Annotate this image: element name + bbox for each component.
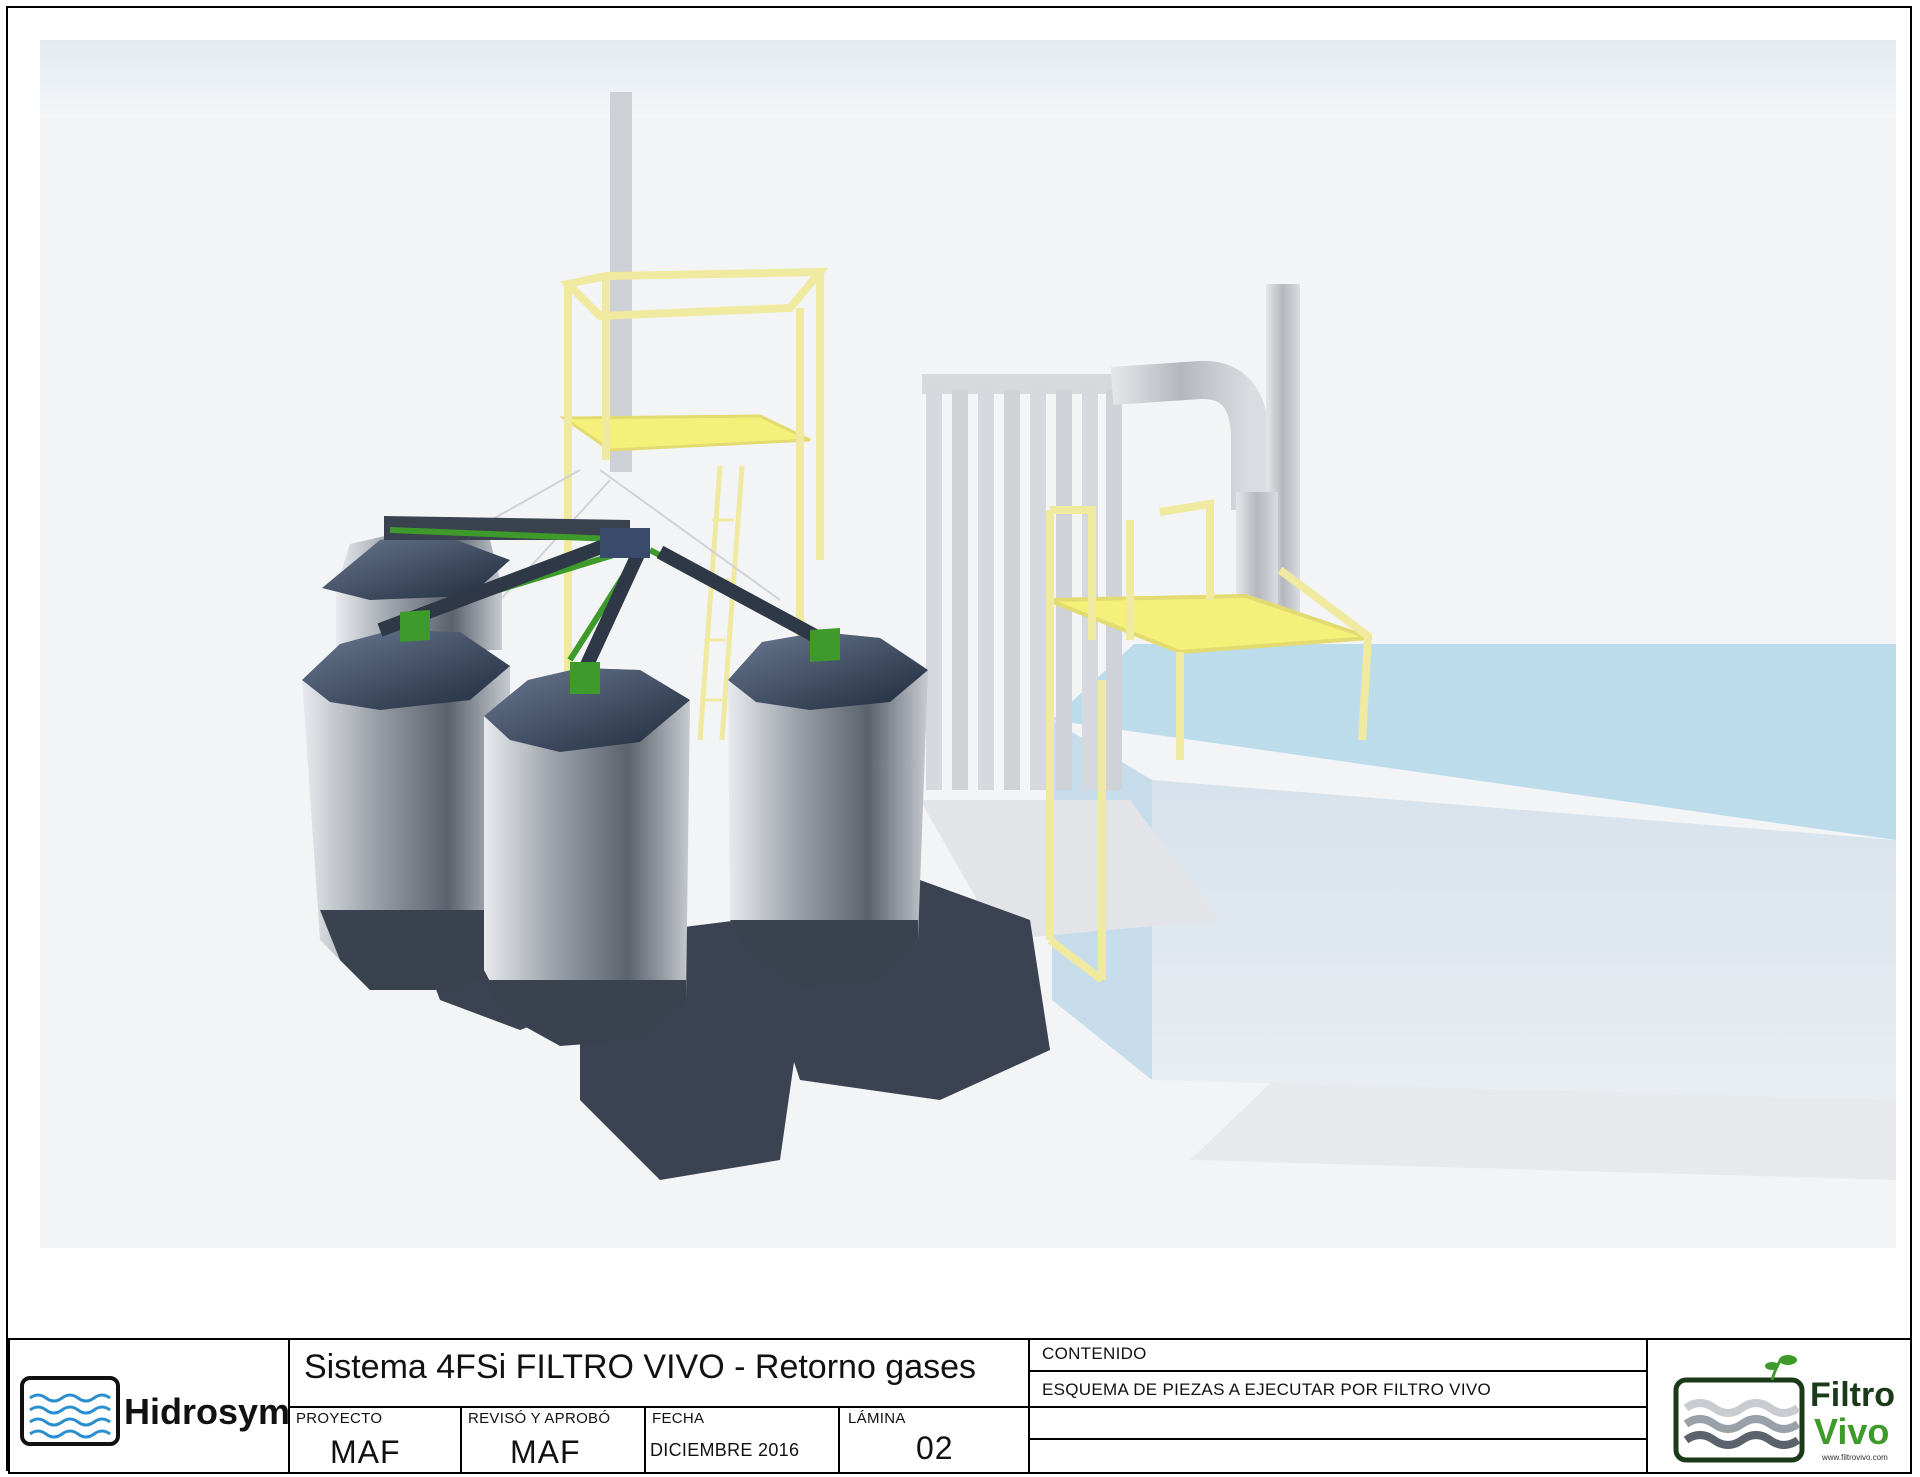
contenido-label: CONTENIDO: [1042, 1344, 1147, 1363]
reviso-label: REVISÓ Y APROBÓ: [468, 1410, 611, 1427]
proyecto-label: PROYECTO: [296, 1410, 383, 1427]
fecha-value: DICIEMBRE 2016: [650, 1440, 800, 1460]
silo-left: [302, 630, 510, 990]
filtro-vivo-url: www.filtrovivo.com: [1821, 1453, 1888, 1462]
proyecto-value: MAF: [330, 1434, 401, 1470]
fecha-label: FECHA: [652, 1410, 705, 1427]
lamina-label: LÁMINA: [848, 1410, 906, 1427]
hidrosym-logo-cell: Hidrosym: [10, 1340, 290, 1472]
reviso-value: MAF: [510, 1434, 581, 1470]
title-block: Hidrosym Sistema 4FSi FILTRO VIVO - Reto…: [8, 1338, 1912, 1474]
drawing-sheet: [6, 6, 1912, 1471]
silo-right: [728, 632, 928, 988]
filtro-wordmark: Filtro: [1810, 1376, 1895, 1414]
silo-center: [484, 668, 690, 1046]
sky-band: [40, 40, 1896, 118]
3d-render-view: [40, 40, 1896, 1248]
filtro-vivo-emblem-icon: Filtro Vivo www.filtrovivo.com: [1673, 1355, 1895, 1463]
project-title: Sistema 4FSi FILTRO VIVO - Retorno gases: [304, 1348, 977, 1386]
vivo-wordmark: Vivo: [1814, 1411, 1889, 1452]
hidrosym-wordmark: Hidrosym: [124, 1391, 288, 1432]
filtro-vivo-logo: Filtro Vivo www.filtrovivo.com: [1672, 1352, 1904, 1464]
hidrosym-logo: Hidrosym: [20, 1376, 290, 1446]
lamina-value: 02: [916, 1430, 954, 1466]
plant-render: [40, 40, 1896, 1248]
contenido-value: ESQUEMA DE PIEZAS A EJECUTAR POR FILTRO …: [1042, 1380, 1491, 1399]
hidrosym-waves-icon: Hidrosym: [20, 1376, 290, 1446]
